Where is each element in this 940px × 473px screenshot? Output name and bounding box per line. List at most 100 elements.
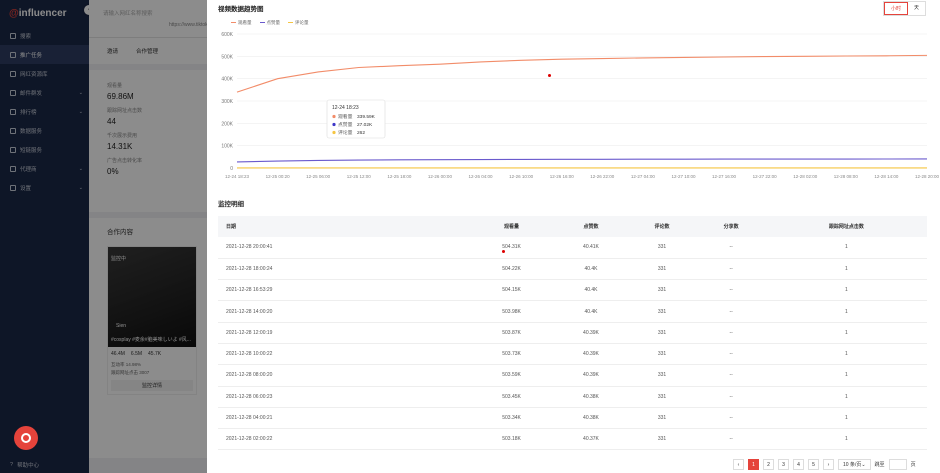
page-size-select[interactable]: 10 条/页 ⌄ xyxy=(838,459,871,470)
page-button[interactable]: 2 xyxy=(763,459,774,470)
chat-button[interactable] xyxy=(14,426,38,450)
table-cell: -- xyxy=(696,279,766,302)
x-tick-label: 12-28 08:00 xyxy=(834,174,859,179)
x-tick-label: 12-26 10:00 xyxy=(509,174,534,179)
jump-input[interactable] xyxy=(888,459,907,470)
granularity-toggle: 小时 天 xyxy=(882,1,926,16)
x-tick-label: 12-27 10:00 xyxy=(671,174,696,179)
legend-swatch xyxy=(231,22,236,24)
table-header: 日期 观看量 点赞数 评论数 分享数 跟踪网址点击数 xyxy=(218,216,927,237)
page-button[interactable]: 4 xyxy=(793,459,804,470)
table-cell: 2021-12-28 18:00:24 xyxy=(218,258,469,281)
x-tick-label: 12-25 18:00 xyxy=(387,174,412,179)
table-cell: 1 xyxy=(765,300,927,323)
table-row: 2021-12-28 20:00:41 504.31K 40.41K 331 -- 1 xyxy=(218,237,927,259)
page-unit: 页 xyxy=(910,462,916,468)
table-row: 2021-12-28 14:00:20 503.98K 40.4K 331 -- 1 xyxy=(218,300,927,323)
table-cell: 331 xyxy=(627,300,697,323)
table-cell: -- xyxy=(696,258,766,281)
jump-label: 跳至 xyxy=(874,462,885,468)
table-cell: 40.4K xyxy=(554,300,628,323)
tooltip-label: 评论量 xyxy=(338,129,353,136)
y-tick-label: 100K xyxy=(221,144,233,150)
table-cell: 331 xyxy=(627,258,697,281)
table-cell: 1 xyxy=(765,258,927,281)
x-tick-label: 12-26 16:00 xyxy=(550,174,575,179)
table-cell: 2021-12-28 10:00:22 xyxy=(218,343,469,366)
table-cell: 2021-12-28 14:00:20 xyxy=(218,300,469,323)
table-cell: 2021-12-28 04:00:21 xyxy=(218,407,469,430)
table-cell: 503.18K xyxy=(468,428,555,451)
chart-tooltip: 12-24 18:23 观看量 339.59K 点赞量 27.02K 评论量 262 xyxy=(326,99,386,139)
table-cell: 40.38K xyxy=(554,386,628,408)
tooltip-marker xyxy=(332,114,336,119)
x-tick-label: 12-26 04:00 xyxy=(469,174,494,179)
table-row: 2021-12-28 16:53:29 504.15K 40.4K 331 -- 1 xyxy=(218,279,927,302)
table-cell: 331 xyxy=(627,343,697,366)
x-tick-label: 12-24 18:23 xyxy=(225,174,250,179)
table-cell: 2021-12-28 06:00:23 xyxy=(218,386,469,408)
table-cell: 504.15K xyxy=(468,279,555,302)
table-cell: 1 xyxy=(765,322,927,344)
table-cell: 504.31K xyxy=(468,237,555,259)
detail-drawer: 视频数据趋势图 小时 天 观看量 点赞量 评论量 0 100K 200K 300K 40… xyxy=(207,0,940,473)
table-cell: 504.22K xyxy=(468,258,555,281)
cursor-marker xyxy=(502,250,505,253)
x-tick-label: 12-26 22:00 xyxy=(590,174,615,179)
table-cell: -- xyxy=(696,364,766,387)
series-line[interactable] xyxy=(236,54,928,93)
table-cell: -- xyxy=(696,386,766,408)
tooltip-marker xyxy=(332,130,336,135)
chat-icon xyxy=(21,433,31,443)
column-header: 分享数 xyxy=(696,216,766,237)
trend-chart[interactable]: 0100K200K300K400K500K600K12-24 18:23 12-2… xyxy=(207,26,940,184)
legend-swatch xyxy=(288,22,293,24)
tooltip-value: 262 xyxy=(357,130,365,136)
column-header: 观看量 xyxy=(468,216,555,237)
table-cell: 503.98K xyxy=(468,300,555,323)
table-cell: 2021-12-28 16:53:29 xyxy=(218,279,469,302)
toggle-day[interactable]: 天 xyxy=(908,2,925,15)
next-page-button[interactable]: › xyxy=(823,459,834,470)
table-cell: -- xyxy=(696,300,766,323)
table-cell: 331 xyxy=(627,364,697,387)
prev-page-button[interactable]: ‹ xyxy=(733,459,744,470)
table-cell: 1 xyxy=(765,237,927,259)
column-header: 点赞数 xyxy=(554,216,628,237)
chart-title: 视频数据趋势图 xyxy=(218,6,264,13)
y-tick-label: 400K xyxy=(221,77,233,83)
modal-overlay[interactable] xyxy=(0,0,207,473)
table-cell: 503.34K xyxy=(468,407,555,430)
y-tick-label: 600K xyxy=(221,32,233,38)
table-cell: 40.4K xyxy=(554,279,628,302)
page-button[interactable]: 3 xyxy=(778,459,789,470)
toggle-hour[interactable]: 小时 xyxy=(883,2,908,15)
table-cell: 331 xyxy=(627,279,697,302)
table-cell: 503.73K xyxy=(468,343,555,366)
tooltip-time: 12-24 18:23 xyxy=(332,105,359,111)
page-button[interactable]: 1 xyxy=(748,459,759,470)
tooltip-label: 观看量 xyxy=(338,113,353,120)
page-button[interactable]: 5 xyxy=(808,459,819,470)
x-tick-label: 12-27 04:00 xyxy=(631,174,656,179)
x-tick-label: 12-27 16:00 xyxy=(712,174,737,179)
legend-swatch xyxy=(259,22,265,24)
table-cell: 503.59K xyxy=(468,364,555,387)
table-cell: 503.87K xyxy=(468,322,555,344)
table-cell: 2021-12-28 02:00:22 xyxy=(218,428,469,451)
x-tick-label: 12-28 02:00 xyxy=(793,174,818,179)
table-row: 2021-12-28 02:00:22 503.18K 40.37K 331 -- 1 xyxy=(218,428,927,451)
table-body: 2021-12-28 20:00:41 504.31K 40.41K 331 -- 1 20… xyxy=(218,237,927,451)
tooltip-value: 27.02K xyxy=(357,122,373,128)
table-cell: 331 xyxy=(627,386,697,408)
table-cell: 1 xyxy=(765,407,927,430)
table-cell: 40.39K xyxy=(554,364,628,387)
table-cell: -- xyxy=(696,428,766,451)
table-row: 2021-12-28 12:00:19 503.87K 40.39K 331 -- 1 xyxy=(218,322,927,344)
tooltip-label: 点赞量 xyxy=(338,121,353,128)
x-tick-label: 12-26 00:00 xyxy=(428,174,453,179)
series-line[interactable] xyxy=(236,158,928,163)
table-cell: 331 xyxy=(627,407,697,430)
table-cell: -- xyxy=(696,407,766,430)
x-tick-label: 12-27 22:00 xyxy=(753,174,778,179)
